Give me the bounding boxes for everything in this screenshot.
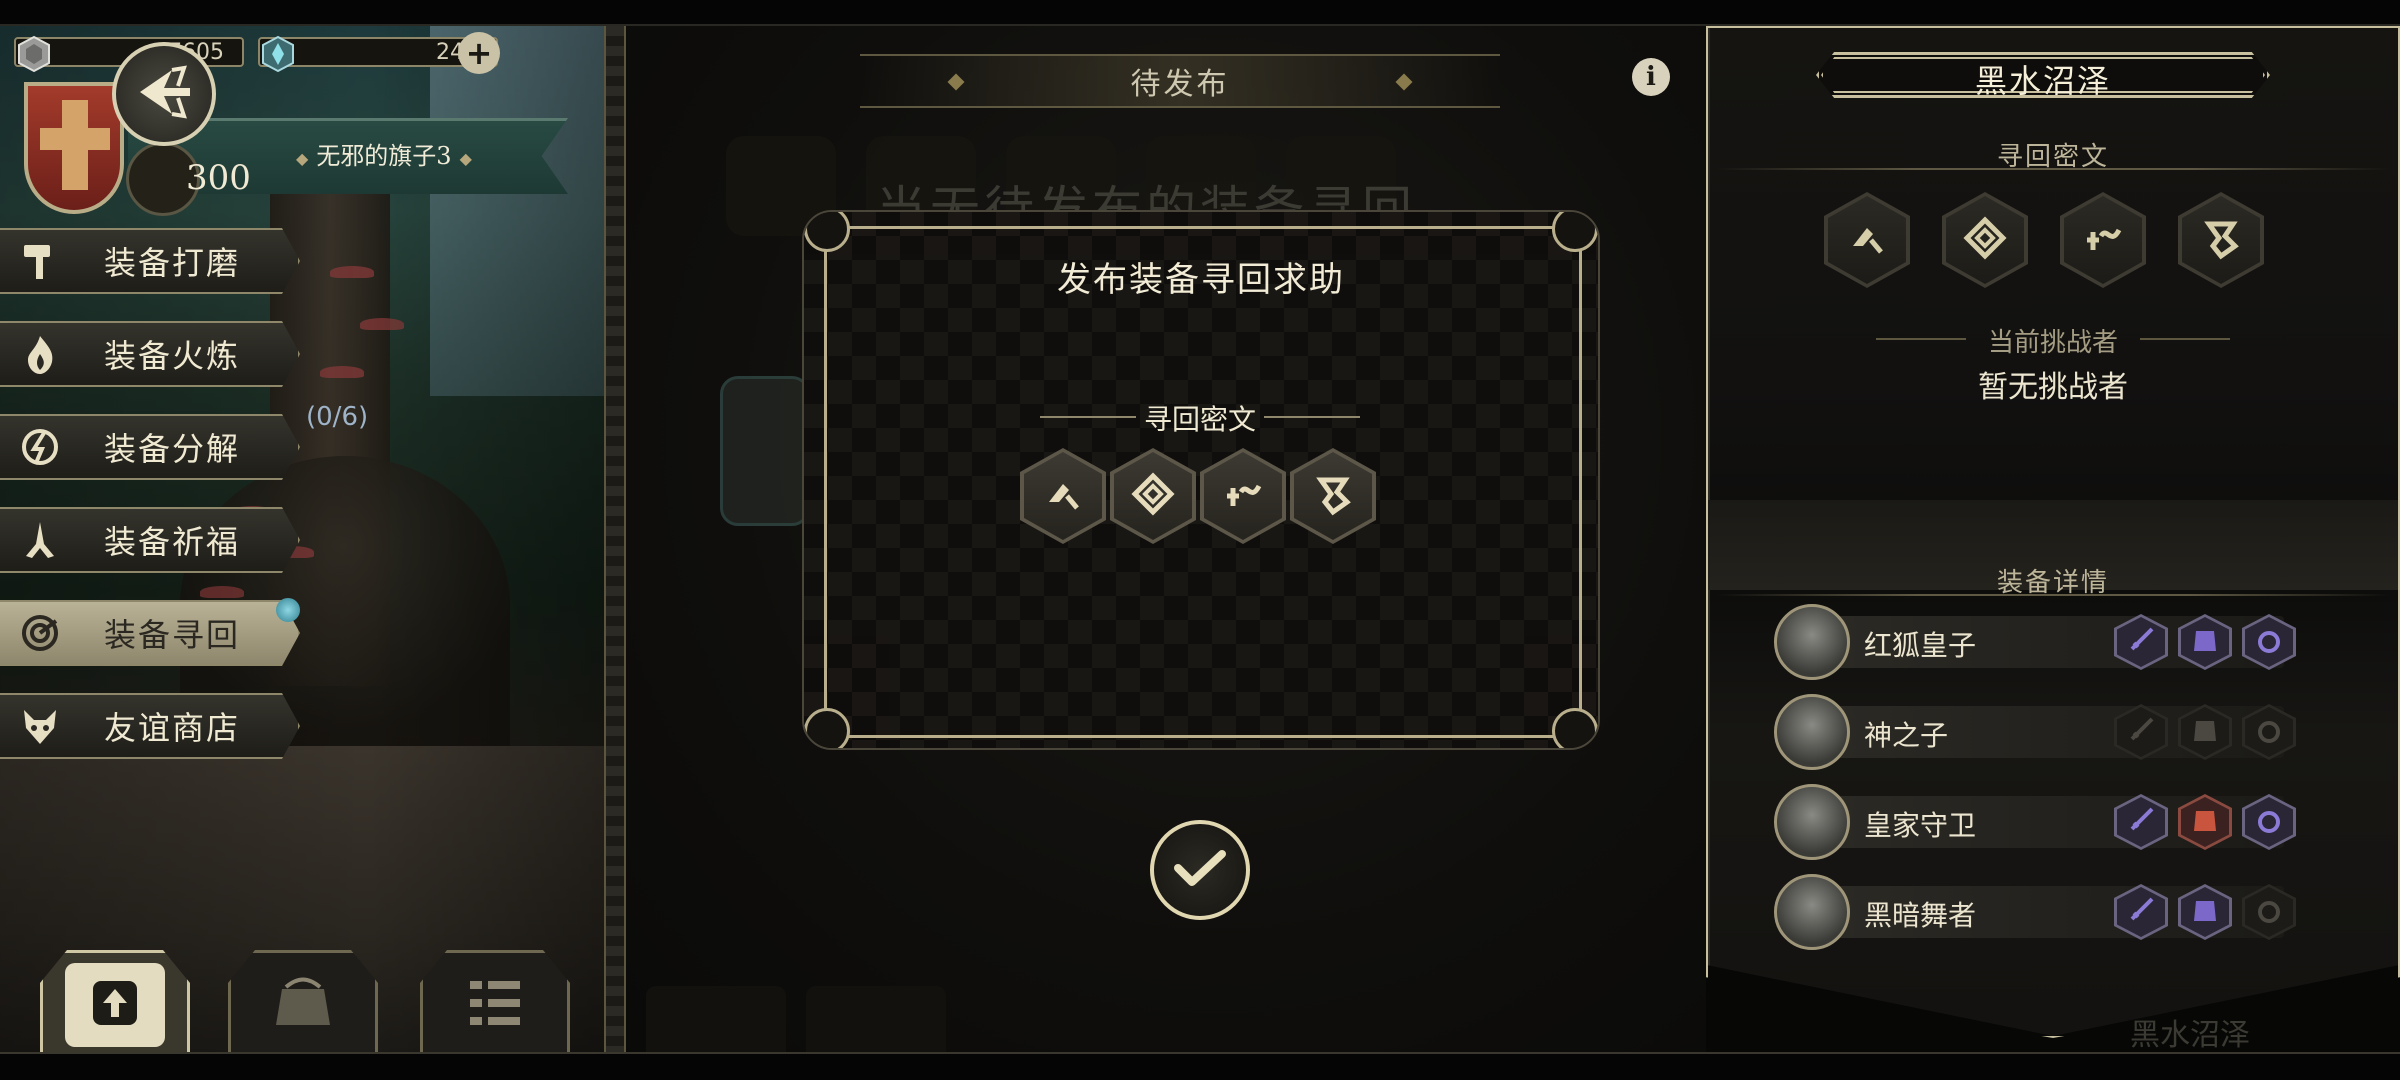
menu-item-polish[interactable]: 装备打磨 [0, 228, 300, 294]
silver-coin-icon [14, 34, 54, 74]
pending-tab-label: 待发布 [1130, 67, 1230, 102]
menu-label: 装备火炼 [104, 337, 241, 375]
hero-name: 黑暗舞者 [1864, 899, 1977, 932]
flame-icon [10, 324, 70, 384]
challenger-label: 当前挑战者 [1716, 322, 2390, 359]
menu-label: 友谊商店 [104, 709, 241, 747]
disassemble-progress: (0/6) [306, 402, 369, 432]
menu-label: 装备祈福 [104, 523, 241, 561]
menu-item-bless[interactable]: 装备祈福 [0, 507, 300, 573]
ring-icon [2254, 895, 2284, 929]
pouch-icon [268, 973, 338, 1037]
list-button[interactable] [420, 950, 570, 1060]
menu-item-friend-shop[interactable]: 友谊商店 [0, 693, 300, 759]
checkmark-icon [1174, 848, 1226, 892]
hero-name: 皇家守卫 [1864, 809, 1977, 842]
upload-button[interactable] [40, 950, 190, 1060]
fox-icon [10, 696, 70, 756]
upload-button-face [65, 963, 165, 1047]
praying-hands-icon [10, 510, 70, 570]
hammer-icon [10, 231, 70, 291]
hero-name: 神之子 [1864, 719, 1949, 752]
crystal-icon [258, 34, 298, 74]
menu-item-retrieve[interactable]: 装备寻回 [0, 600, 300, 666]
frame-corner [1552, 708, 1598, 748]
sword-icon [2126, 895, 2156, 929]
hero-row[interactable]: 皇家守卫 [1774, 784, 2320, 864]
hero-row[interactable]: 红狐皇子 [1774, 604, 2320, 684]
dialog-title: 发布装备寻回求助 [1057, 260, 1345, 300]
ghost-card [720, 376, 810, 526]
menu-item-forge[interactable]: 装备火炼 [0, 321, 300, 387]
ornament-icon: ◆ [459, 149, 472, 168]
rune-1-icon [1845, 216, 1889, 264]
ornament-icon [1395, 73, 1413, 91]
armor-icon [2190, 625, 2220, 659]
info-button[interactable]: i [1632, 58, 1670, 96]
rune-2-icon [1131, 472, 1175, 520]
menu-item-disassemble[interactable]: 装备分解 [0, 414, 300, 480]
rune-2-icon [1963, 216, 2007, 264]
rune-3-icon [2081, 216, 2125, 264]
list-icon [460, 973, 530, 1037]
top-letterbox [0, 0, 2400, 26]
confirm-button[interactable] [1150, 820, 1250, 920]
arrow-back-icon [134, 64, 194, 124]
player-name: 无邪的旗子3 [316, 142, 452, 170]
disassemble-icon [10, 417, 70, 477]
add-gems-button[interactable]: + [458, 32, 500, 74]
hero-portrait [1774, 784, 1850, 860]
panel-divider [604, 26, 626, 1052]
pouch-button[interactable] [228, 950, 378, 1060]
hero-row[interactable]: 神之子 [1774, 694, 2320, 774]
hero-portrait [1774, 874, 1850, 950]
rune-4-icon [2199, 216, 2243, 264]
ornament-icon [947, 73, 965, 91]
armor-icon [2190, 805, 2220, 839]
rune-1-icon [1041, 472, 1085, 520]
spiral-target-icon [10, 603, 70, 663]
hero-name: 红狐皇子 [1864, 629, 1977, 662]
region-title: 黑水沼泽 [1974, 62, 2111, 100]
back-button[interactable] [112, 42, 216, 146]
ring-icon [2254, 715, 2284, 749]
upload-icon [87, 975, 143, 1035]
info-icon: i [1646, 62, 1656, 92]
divider [1716, 594, 2390, 596]
ring-icon [2254, 805, 2284, 839]
hero-portrait [1774, 694, 1850, 770]
menu-label: 装备分解 [104, 430, 241, 468]
armor-icon [2190, 895, 2220, 929]
menu-label: 装备打磨 [104, 244, 241, 282]
frame-corner [804, 708, 850, 748]
bottom-letterbox [0, 1052, 2400, 1080]
rune-caption: 寻回密文 [1020, 398, 1380, 438]
sword-icon [2126, 625, 2156, 659]
hero-portrait [1774, 604, 1850, 680]
armor-icon [2190, 715, 2220, 749]
challenger-value: 暂无挑战者 [1978, 370, 2128, 405]
menu-label: 装备寻回 [104, 616, 241, 654]
divider [1716, 168, 2390, 170]
rune-4-icon [1311, 472, 1355, 520]
crest-cross [40, 128, 110, 150]
hero-row[interactable]: 黑暗舞者 [1774, 874, 2320, 954]
player-level: 300 [186, 158, 251, 198]
banner-name-row: ◆ 无邪的旗子3 ◆ [288, 136, 568, 171]
ring-icon [2254, 625, 2284, 659]
sword-icon [2126, 805, 2156, 839]
sword-icon [2126, 715, 2156, 749]
pending-tab-header: 待发布 [860, 54, 1500, 108]
plus-icon: + [465, 34, 493, 72]
rune-3-icon [1221, 472, 1265, 520]
region-footer-text: 黑水沼泽 [2130, 1018, 2250, 1053]
ornament-icon: ◆ [296, 149, 309, 168]
notification-dot [276, 598, 300, 622]
